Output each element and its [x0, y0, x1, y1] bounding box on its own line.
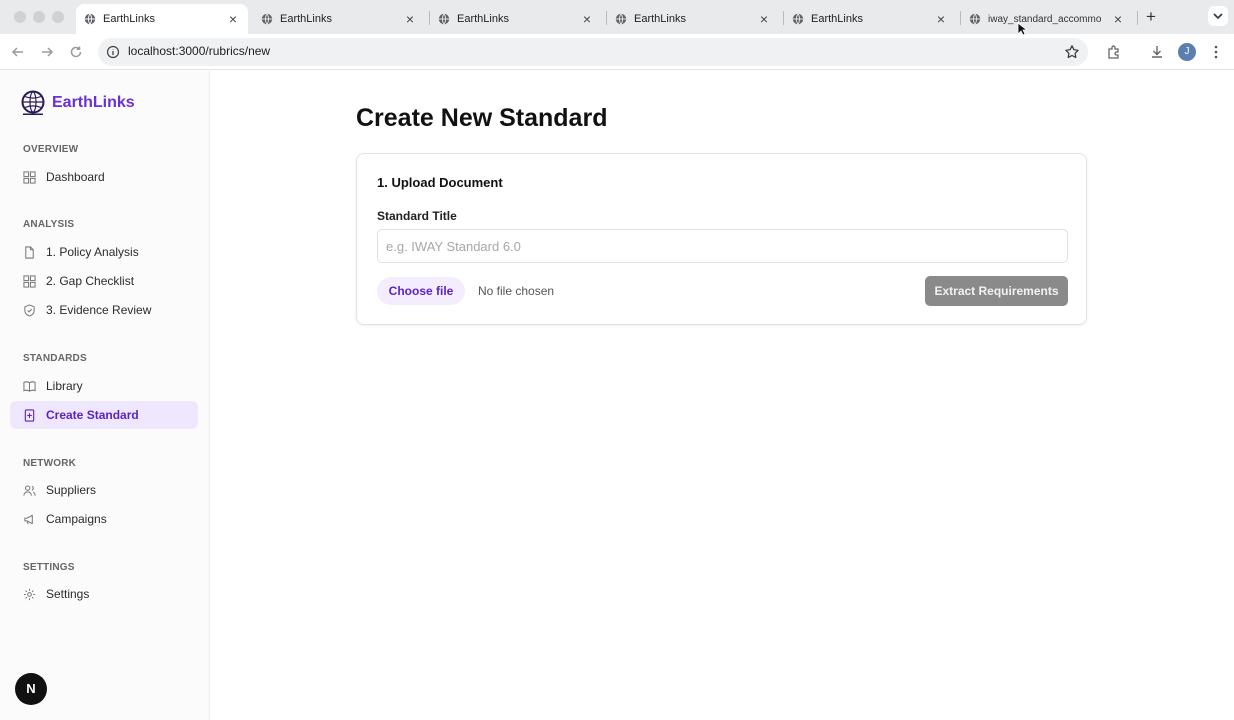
- address-bar[interactable]: localhost:3000/rubrics/new: [98, 38, 1088, 66]
- page-title: Create New Standard: [356, 104, 608, 132]
- browser-tab-6[interactable]: iway_standard_accommo ×: [961, 4, 1133, 34]
- close-tab-icon[interactable]: ×: [403, 12, 417, 26]
- sidebar-item-create-standard[interactable]: Create Standard: [10, 401, 198, 429]
- brand[interactable]: EarthLinks: [20, 90, 135, 116]
- site-info-icon[interactable]: [106, 45, 120, 59]
- standard-title-input[interactable]: [377, 229, 1068, 263]
- grid-icon: [23, 274, 36, 288]
- browser-tab-bar: EarthLinks × EarthLinks × EarthLinks × E…: [0, 0, 1234, 34]
- sidebar-item-label: 2. Gap Checklist: [46, 274, 135, 288]
- sidebar-item-campaigns[interactable]: Campaigns: [10, 505, 198, 533]
- extract-requirements-button[interactable]: Extract Requirements: [925, 276, 1068, 306]
- tab-title: EarthLinks: [811, 13, 863, 25]
- close-tab-icon[interactable]: ×: [580, 12, 594, 26]
- profile-avatar[interactable]: J: [1178, 43, 1196, 61]
- sidebar-item-label: Create Standard: [46, 408, 139, 422]
- window-minimize-button[interactable]: [33, 11, 45, 23]
- document-icon: [25, 245, 34, 259]
- globe-icon: [792, 13, 804, 25]
- section-label-settings: SETTINGS: [23, 562, 75, 573]
- tab-search-button[interactable]: [1208, 6, 1228, 26]
- nextjs-dev-badge[interactable]: N: [15, 673, 47, 705]
- browser-toolbar: localhost:3000/rubrics/new: [0, 34, 1234, 70]
- download-icon[interactable]: [1148, 43, 1166, 61]
- url-text: localhost:3000/rubrics/new: [128, 44, 271, 58]
- mouse-cursor-icon: [1017, 22, 1027, 36]
- tab-title: EarthLinks: [634, 13, 686, 25]
- sidebar-item-label: 3. Evidence Review: [46, 303, 152, 317]
- file-status-text: No file chosen: [478, 284, 555, 298]
- window-maximize-button[interactable]: [52, 11, 64, 23]
- tab-title: EarthLinks: [103, 13, 155, 25]
- section-label-analysis: ANALYSIS: [23, 219, 75, 230]
- globe-icon: [84, 13, 96, 25]
- standard-title-label: Standard Title: [377, 209, 457, 223]
- tab-divider: [1137, 11, 1138, 25]
- reload-icon[interactable]: [67, 43, 85, 61]
- bookmark-star-icon[interactable]: [1064, 44, 1080, 60]
- sidebar-item-gap-checklist[interactable]: 2. Gap Checklist: [10, 267, 198, 295]
- sidebar-item-label: Suppliers: [46, 483, 97, 497]
- section-label-network: NETWORK: [23, 458, 77, 469]
- sidebar-item-label: Settings: [46, 587, 90, 601]
- kebab-menu-icon[interactable]: [1207, 43, 1225, 61]
- shield-icon: [24, 303, 35, 317]
- browser-tab-2[interactable]: EarthLinks ×: [253, 4, 425, 34]
- section-label-standards: STANDARDS: [23, 353, 87, 364]
- tab-title: iway_standard_accommo: [988, 13, 1102, 25]
- upload-document-card: 1. Upload Document Standard Title Choose…: [356, 153, 1087, 325]
- sidebar-item-dashboard[interactable]: Dashboard: [10, 163, 198, 191]
- browser-tab-1[interactable]: EarthLinks ×: [76, 4, 248, 34]
- sidebar-item-label: Library: [46, 379, 83, 393]
- globe-icon: [969, 13, 981, 25]
- tab-title: EarthLinks: [280, 13, 332, 25]
- sidebar-item-suppliers[interactable]: Suppliers: [10, 476, 198, 504]
- browser-tab-3[interactable]: EarthLinks ×: [430, 4, 602, 34]
- globe-icon: [438, 13, 450, 25]
- section-label-overview: OVERVIEW: [23, 144, 79, 155]
- window-close-button[interactable]: [14, 11, 26, 23]
- sidebar-item-evidence-review[interactable]: 3. Evidence Review: [10, 296, 198, 324]
- grid-icon: [23, 170, 36, 184]
- close-tab-icon[interactable]: ×: [226, 12, 240, 26]
- card-title: 1. Upload Document: [377, 175, 503, 190]
- sidebar-item-label: 1. Policy Analysis: [46, 245, 139, 259]
- browser-tab-4[interactable]: EarthLinks ×: [607, 4, 779, 34]
- sidebar-item-label: Dashboard: [46, 170, 105, 184]
- close-tab-icon[interactable]: ×: [757, 12, 771, 26]
- close-tab-icon[interactable]: ×: [934, 12, 948, 26]
- earth-globe-logo-icon: [21, 90, 45, 115]
- chevron-down-icon: [1213, 13, 1223, 20]
- sidebar-item-policy-analysis[interactable]: 1. Policy Analysis: [10, 238, 198, 266]
- sidebar-item-settings[interactable]: Settings: [10, 580, 198, 608]
- sidebar: EarthLinks OVERVIEW Dashboard ANALYSIS 1…: [0, 71, 210, 720]
- choose-file-button[interactable]: Choose file: [377, 277, 465, 305]
- brand-name: EarthLinks: [52, 94, 135, 111]
- back-arrow-icon[interactable]: [9, 43, 27, 61]
- close-tab-icon[interactable]: ×: [1111, 12, 1125, 26]
- gear-icon: [23, 588, 36, 600]
- browser-tab-5[interactable]: EarthLinks ×: [784, 4, 956, 34]
- forward-arrow-icon[interactable]: [38, 43, 56, 61]
- main-content: Create New Standard 1. Upload Document S…: [211, 71, 1234, 720]
- sidebar-item-library[interactable]: Library: [10, 372, 198, 400]
- globe-icon: [615, 13, 627, 25]
- new-tab-button[interactable]: +: [1143, 8, 1159, 26]
- extensions-icon[interactable]: [1105, 43, 1123, 61]
- tab-title: EarthLinks: [457, 13, 509, 25]
- file-plus-icon: [24, 408, 35, 422]
- globe-icon: [261, 13, 273, 25]
- users-icon: [23, 485, 36, 496]
- book-icon: [23, 380, 36, 392]
- sidebar-item-label: Campaigns: [46, 512, 107, 526]
- megaphone-icon: [24, 514, 33, 524]
